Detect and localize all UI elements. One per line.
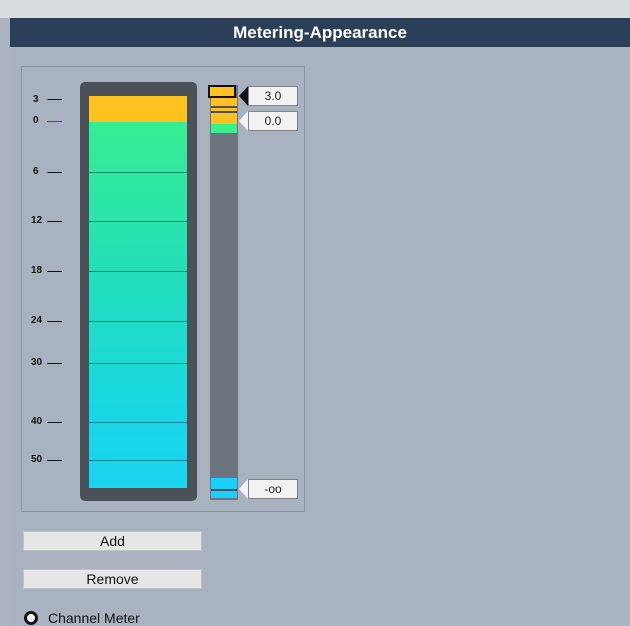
meter-gridline bbox=[89, 363, 187, 364]
scale-tick-12 bbox=[47, 221, 62, 222]
scale-tick-18 bbox=[47, 271, 62, 272]
max-value-tag[interactable]: 3.0 bbox=[248, 86, 298, 106]
top-strip bbox=[0, 0, 630, 18]
channel-meter-label: Channel Meter bbox=[48, 610, 140, 626]
scale-label-6: 6 bbox=[33, 166, 39, 177]
meter-preview-overload-zone bbox=[89, 96, 187, 122]
min-value-tag[interactable]: -oo bbox=[248, 479, 298, 499]
scale-label-18: 18 bbox=[31, 265, 43, 276]
meter-gridline bbox=[89, 422, 187, 423]
scale-tick-40 bbox=[47, 422, 62, 423]
meter-gridline bbox=[89, 271, 187, 272]
tag-pointer-icon bbox=[239, 479, 248, 499]
window-title: Metering-Appearance bbox=[10, 18, 630, 47]
scale-label-24: 24 bbox=[31, 315, 43, 326]
meter-preview-fill bbox=[89, 96, 187, 488]
scale-label-12: 12 bbox=[31, 215, 43, 226]
scale-tick-0 bbox=[47, 121, 62, 122]
meter-gridline bbox=[89, 172, 187, 173]
tag-pointer-icon bbox=[239, 86, 248, 106]
color-handle-green[interactable] bbox=[211, 124, 237, 133]
meter-gridline bbox=[89, 221, 187, 222]
scale-label-3: 3 bbox=[33, 94, 39, 105]
scale-tick-50 bbox=[47, 460, 62, 461]
color-handle-yellow[interactable] bbox=[211, 113, 237, 124]
meter-gridline bbox=[89, 321, 187, 322]
color-handle-yellow[interactable] bbox=[211, 98, 237, 106]
scale-tick-6 bbox=[47, 172, 62, 173]
selected-color-handle[interactable] bbox=[208, 85, 236, 98]
scale-tick-24 bbox=[47, 321, 62, 322]
scale-tick-3 bbox=[47, 99, 62, 100]
scale-label-50: 50 bbox=[31, 454, 43, 465]
radio-icon[interactable] bbox=[24, 611, 38, 625]
color-handle-blue[interactable] bbox=[211, 491, 237, 498]
tag-pointer-icon bbox=[239, 111, 248, 131]
scale-tick-30 bbox=[47, 363, 62, 364]
remove-button[interactable]: Remove bbox=[23, 569, 202, 589]
scale-label-40: 40 bbox=[31, 416, 43, 427]
scale-label-0: 0 bbox=[33, 115, 39, 126]
channel-meter-option[interactable]: Channel Meter bbox=[24, 610, 140, 626]
zero-value-tag[interactable]: 0.0 bbox=[248, 111, 298, 131]
color-handle-blue[interactable] bbox=[211, 478, 237, 489]
color-slider-track[interactable] bbox=[210, 85, 238, 500]
scale-label-30: 30 bbox=[31, 357, 43, 368]
meter-gridline bbox=[89, 460, 187, 461]
add-button[interactable]: Add bbox=[23, 531, 202, 551]
